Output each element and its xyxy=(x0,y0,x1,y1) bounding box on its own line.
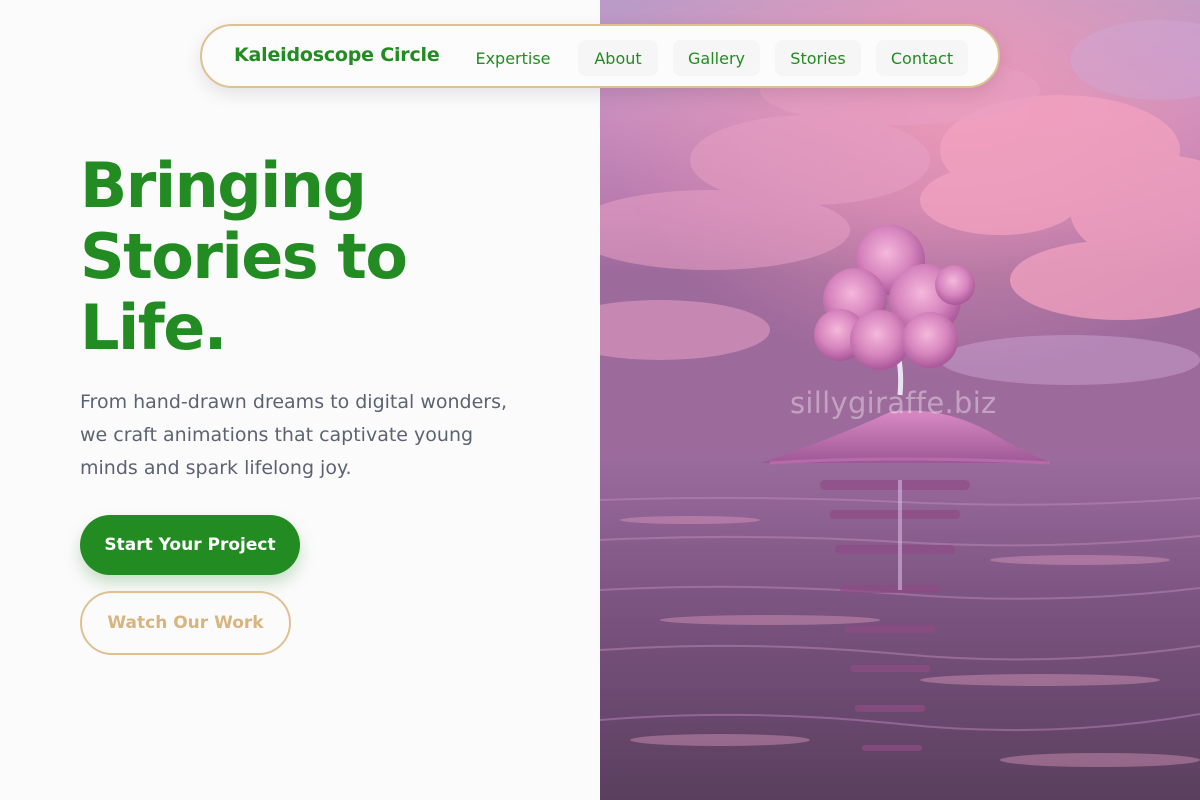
watermark-text: sillygiraffe.biz xyxy=(790,386,997,420)
hero-headline: Bringing Stories to Life. xyxy=(80,150,540,363)
nav-link-contact[interactable]: Contact xyxy=(876,40,968,76)
subtext-line: From hand-drawn dreams to digital wonder… xyxy=(80,391,508,413)
headline-line: Stories to xyxy=(80,220,408,293)
nav-link-about[interactable]: About xyxy=(578,40,658,76)
start-project-button[interactable]: Start Your Project xyxy=(80,515,300,575)
nav-link-stories[interactable]: Stories xyxy=(775,40,861,76)
watch-work-button[interactable]: Watch Our Work xyxy=(80,591,291,655)
landing-page: Bringing Stories to Life. From hand-draw… xyxy=(0,0,1200,800)
hero-subtext: From hand-drawn dreams to digital wonder… xyxy=(80,386,520,485)
top-navigation-bar: Kaleidoscope Circle Expertise About Gall… xyxy=(200,24,1000,88)
brand-logo-text[interactable]: Kaleidoscope Circle xyxy=(234,44,440,66)
headline-line: Bringing xyxy=(80,149,367,222)
subtext-line: minds and spark lifelong joy. xyxy=(80,457,352,479)
hero-content-panel: Bringing Stories to Life. From hand-draw… xyxy=(0,0,600,800)
nav-link-expertise[interactable]: Expertise xyxy=(463,40,563,76)
subtext-line: we craft animations that captivate young xyxy=(80,424,474,446)
nav-link-gallery[interactable]: Gallery xyxy=(673,40,760,76)
headline-line: Life. xyxy=(80,291,227,364)
